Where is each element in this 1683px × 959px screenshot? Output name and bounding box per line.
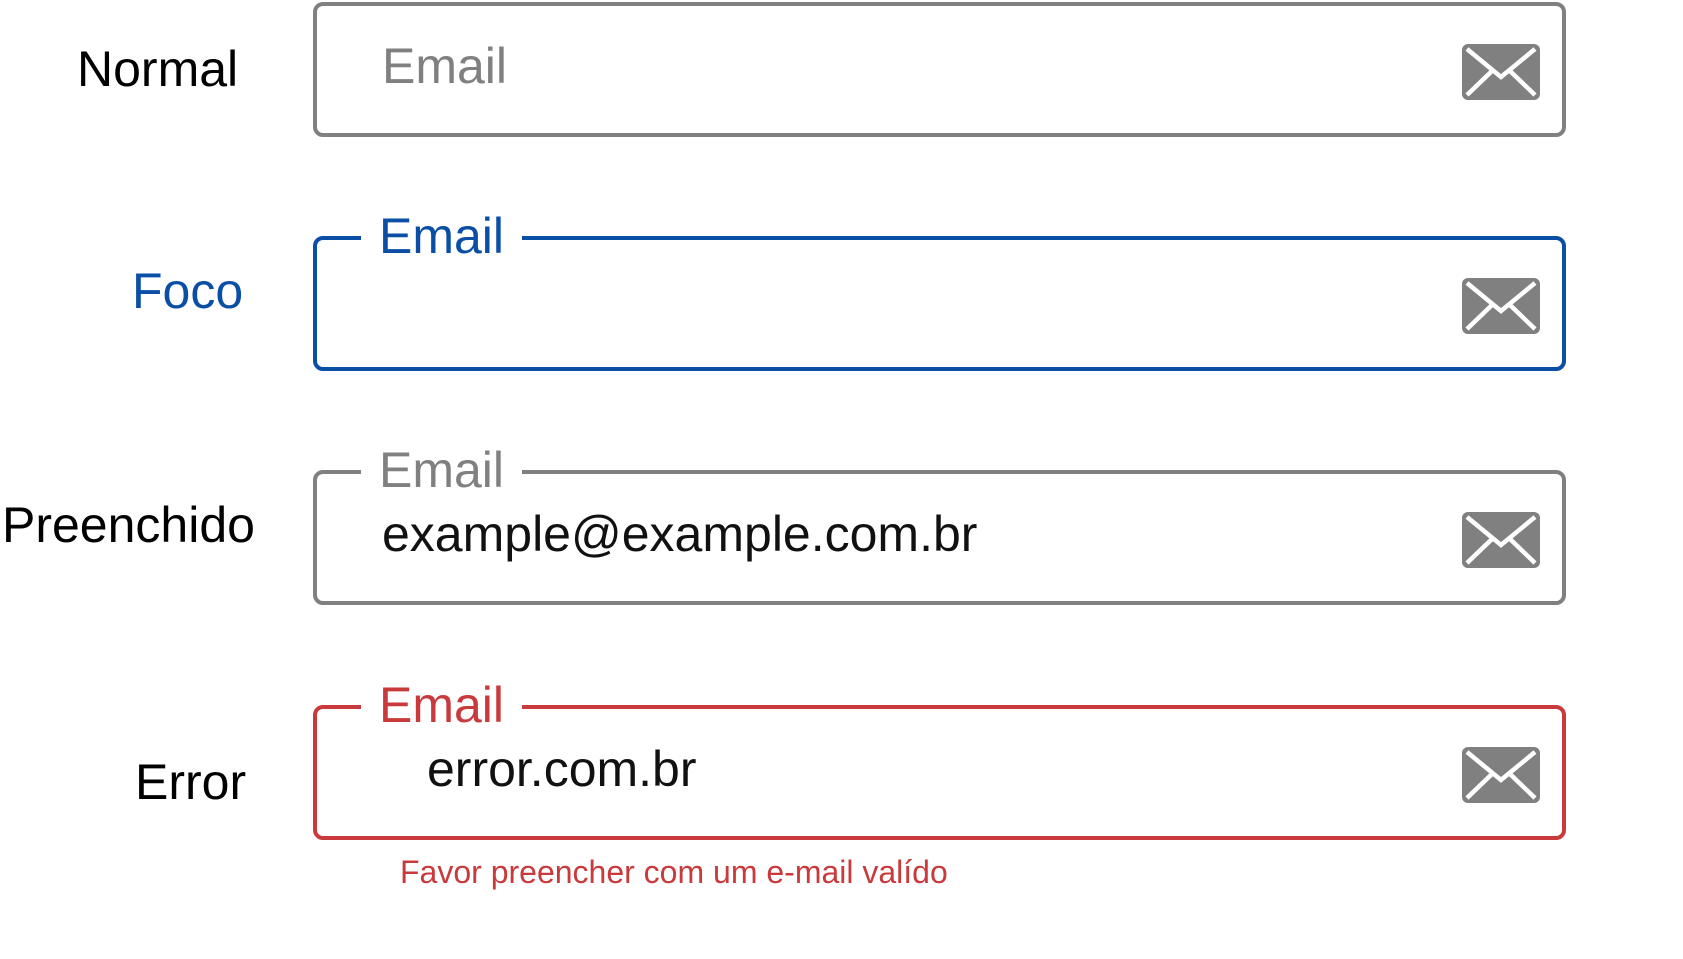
email-value: error.com.br — [427, 741, 697, 797]
email-value: example@example.com.br — [382, 506, 978, 562]
email-placeholder: Email — [382, 38, 508, 94]
email-floating-label: Email — [361, 673, 523, 737]
state-label-filled: Preenchido — [2, 497, 255, 553]
email-floating-label: Email — [361, 438, 523, 502]
mail-icon — [1462, 747, 1540, 803]
state-label-error: Error — [135, 754, 247, 810]
error-helper-text: Favor preencher com um e-mail valído — [400, 854, 948, 890]
email-field-error[interactable]: Email error.com.br — [313, 673, 1566, 840]
email-field-focus[interactable]: Email — [313, 204, 1566, 371]
mail-icon — [1462, 278, 1540, 334]
email-floating-label: Email — [361, 204, 523, 268]
mail-icon — [1462, 512, 1540, 568]
state-label-normal: Normal — [77, 41, 239, 97]
mail-icon — [1462, 44, 1540, 100]
email-field-normal[interactable]: Email — [313, 2, 1566, 137]
state-label-focus: Foco — [132, 263, 244, 319]
email-field-filled[interactable]: Email example@example.com.br — [313, 438, 1566, 605]
